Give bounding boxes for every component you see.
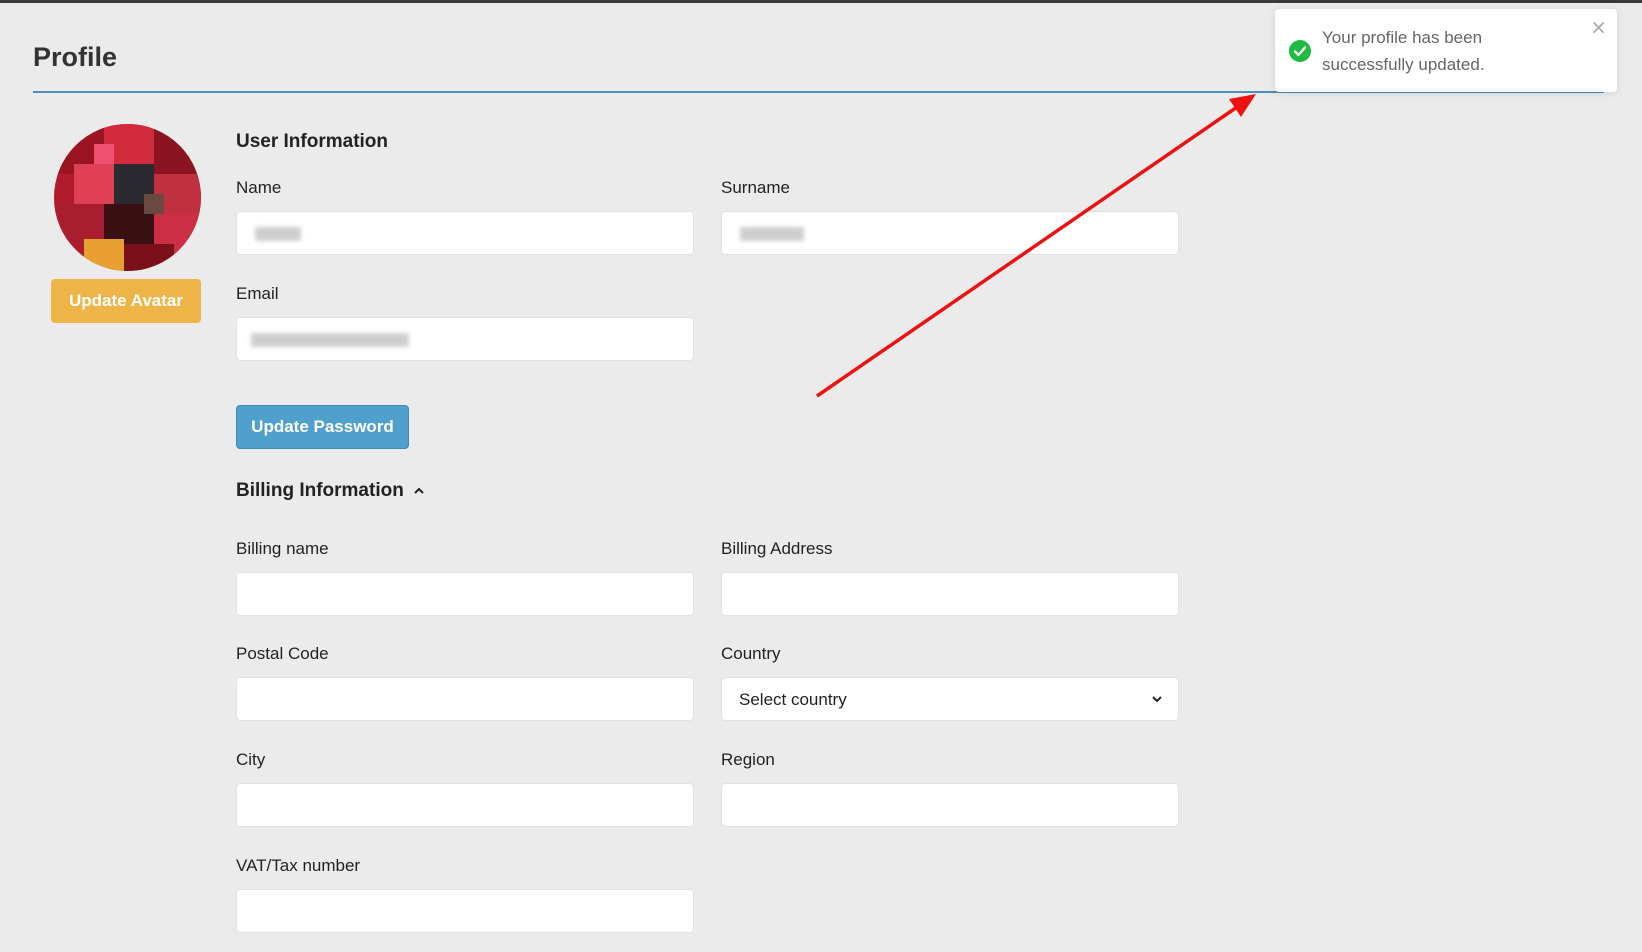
- chevron-down-icon: [1152, 696, 1162, 703]
- update-avatar-button[interactable]: Update Avatar: [51, 279, 201, 323]
- postal-code-label: Postal Code: [236, 644, 329, 663]
- billing-address-label: Billing Address: [721, 539, 833, 558]
- country-select[interactable]: Select country: [721, 677, 1179, 721]
- update-password-button[interactable]: Update Password: [236, 405, 409, 449]
- postal-code-field[interactable]: [236, 677, 694, 721]
- avatar-image: [54, 124, 201, 271]
- redacted-value: [255, 227, 301, 241]
- vat-label: VAT/Tax number: [236, 856, 361, 875]
- annotation-arrow-head: [1229, 94, 1256, 117]
- success-toast: Your profile has been successfully updat…: [1275, 9, 1617, 92]
- surname-field[interactable]: [721, 211, 1179, 255]
- city-field[interactable]: [236, 783, 694, 827]
- avatar: [54, 124, 201, 271]
- toast-message: Your profile has been successfully updat…: [1322, 28, 1485, 74]
- region-label: Region: [721, 750, 775, 769]
- top-bar: [0, 0, 1642, 3]
- name-label: Name: [236, 178, 282, 197]
- country-select-value: Select country: [739, 690, 847, 709]
- email-field[interactable]: [236, 317, 694, 361]
- billing-name-label: Billing name: [236, 539, 329, 558]
- billing-info-heading: Billing Information: [236, 480, 404, 501]
- check-circle-icon: [1289, 40, 1311, 62]
- name-field[interactable]: [236, 211, 694, 255]
- billing-address-field[interactable]: [721, 572, 1179, 616]
- redacted-value: [740, 227, 804, 241]
- city-label: City: [236, 750, 266, 769]
- page-title: Profile: [33, 42, 118, 72]
- billing-info-toggle[interactable]: Billing Information: [236, 480, 425, 502]
- redacted-value: [251, 333, 409, 347]
- billing-name-field[interactable]: [236, 572, 694, 616]
- email-label: Email: [236, 284, 279, 303]
- country-label: Country: [721, 644, 781, 663]
- chevron-up-icon: [414, 487, 424, 494]
- region-field[interactable]: [721, 783, 1179, 827]
- vat-field[interactable]: [236, 889, 694, 933]
- surname-label: Surname: [721, 178, 790, 197]
- user-info-heading: User Information: [236, 131, 389, 152]
- toast-close-button[interactable]: ×: [1590, 15, 1607, 39]
